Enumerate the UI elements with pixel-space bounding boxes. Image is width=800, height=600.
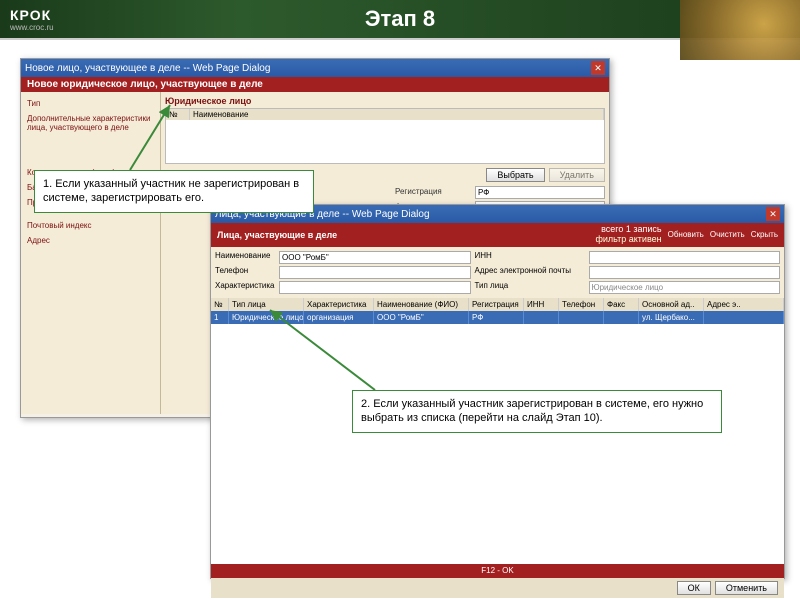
col: Факс	[604, 298, 639, 311]
col-name: Наименование	[190, 109, 604, 120]
char-label: Характеристика	[215, 281, 275, 294]
col: Наименование (ФИО)	[374, 298, 469, 311]
sidebar-item[interactable]: Адрес	[25, 233, 156, 248]
col: Характеристика	[304, 298, 374, 311]
toolbar-title: Лица, участвующие в деле	[217, 230, 337, 240]
inn-label: ИНН	[475, 251, 585, 264]
window-title: Новое лицо, участвующее в деле -- Web Pa…	[25, 63, 270, 74]
col: Телефон	[559, 298, 604, 311]
col: Тип лица	[229, 298, 304, 311]
reg-label: Регистрация	[395, 186, 475, 199]
col: Основной ад..	[639, 298, 704, 311]
filter-status: фильтр активен	[595, 234, 661, 244]
name-input[interactable]	[279, 251, 471, 264]
decorative-graphic	[680, 0, 800, 60]
titlebar: Новое лицо, участвующее в деле -- Web Pa…	[21, 59, 609, 77]
col: Регистрация	[469, 298, 524, 311]
logo-name: КРОК	[10, 7, 54, 23]
window-subtitle: Новое юридическое лицо, участвующее в де…	[21, 77, 609, 92]
col-n: №	[166, 109, 190, 120]
sidebar-item[interactable]: Дополнительные характеристики лица, учас…	[25, 111, 156, 135]
logo-url: www.croc.ru	[10, 23, 54, 32]
select-button[interactable]: Выбрать	[486, 168, 544, 182]
type-input[interactable]	[589, 281, 781, 294]
hide-button[interactable]: Скрыть	[751, 230, 778, 239]
callout-1: 1. Если указанный участник не зарегистри…	[34, 170, 314, 213]
phone-input[interactable]	[279, 266, 471, 279]
email-label: Адрес электронной почты	[475, 266, 585, 279]
filter-area: Наименование ИНН Телефон Адрес электронн…	[211, 247, 784, 298]
delete-button[interactable]: Удалить	[549, 168, 605, 182]
status-bar: F12 - OK	[211, 564, 784, 578]
clear-button[interactable]: Очистить	[710, 230, 745, 239]
section-label: Юридическое лицо	[165, 96, 605, 106]
col: №	[211, 298, 229, 311]
callout-2: 2. Если указанный участник зарегистриров…	[352, 390, 722, 433]
stage-title: Этап 8	[365, 6, 435, 32]
sidebar-item[interactable]: Почтовый индекс	[25, 218, 156, 233]
logo: КРОК www.croc.ru	[10, 7, 54, 32]
toolbar: Лица, участвующие в деле всего 1 запись …	[211, 223, 784, 247]
sidebar-item[interactable]: Тип	[25, 96, 156, 111]
col: Адрес э..	[704, 298, 784, 311]
char-input[interactable]	[279, 281, 471, 294]
name-label: Наименование	[215, 251, 275, 264]
close-icon[interactable]: ✕	[591, 61, 605, 75]
sidebar: Тип Дополнительные характеристики лица, …	[21, 92, 161, 414]
record-count: всего 1 запись	[601, 224, 662, 234]
cancel-button[interactable]: Отменить	[715, 581, 778, 595]
type-label: Тип лица	[475, 281, 585, 294]
ok-button[interactable]: ОК	[677, 581, 711, 595]
inn-input[interactable]	[589, 251, 781, 264]
phone-label: Телефон	[215, 266, 275, 279]
col: ИНН	[524, 298, 559, 311]
entity-table[interactable]: № Наименование	[165, 108, 605, 164]
refresh-button[interactable]: Обновить	[668, 230, 704, 239]
reg-input[interactable]	[475, 186, 605, 199]
table-row[interactable]: 1 Юридическое лицо организация ООО "РомБ…	[211, 311, 784, 324]
close-icon[interactable]: ✕	[766, 207, 780, 221]
email-input[interactable]	[589, 266, 781, 279]
